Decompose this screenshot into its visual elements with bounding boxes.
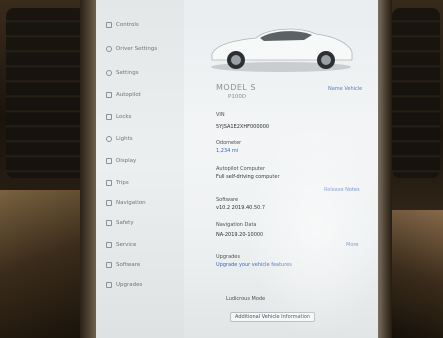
display-icon	[106, 158, 112, 164]
wrench-icon	[106, 242, 112, 248]
autopilot-computer-label: Autopilot Computer	[216, 166, 266, 172]
sidebar-item-driver-settings[interactable]: Driver Settings	[106, 46, 157, 52]
sidebar-item-label: Lights	[116, 136, 133, 142]
left-air-vent	[6, 8, 86, 178]
vehicle-image	[211, 28, 353, 72]
sidebar-item-label: Upgrades	[116, 282, 143, 288]
sidebar-item-label: Display	[116, 158, 137, 164]
more-link[interactable]: More	[346, 242, 358, 248]
odometer-label: Odometer	[216, 140, 242, 146]
vin-label: VIN	[216, 112, 225, 118]
steering-icon	[106, 46, 112, 52]
navigation-data-label: Navigation Data	[216, 222, 257, 228]
sidebar-item-autopilot[interactable]: Autopilot	[106, 92, 141, 98]
sidebar-item-lights[interactable]: Lights	[106, 136, 133, 142]
odometer-value: 1,234 mi	[216, 148, 239, 154]
additional-info-button[interactable]: Additional Vehicle Information	[230, 312, 316, 322]
software-version-value: v10.2 2019.40.50.7	[216, 205, 266, 211]
navigation-data-value: NA-2019.20-10000	[216, 232, 264, 238]
upgrades-value[interactable]: Upgrade your vehicle features	[216, 262, 292, 268]
model-title: MODEL S	[216, 83, 256, 92]
sidebar-item-trips[interactable]: Trips	[106, 180, 129, 186]
name-vehicle-link[interactable]: Name Vehicle	[328, 86, 362, 92]
settings-sidebar: Controls Driver Settings Settings Autopi…	[96, 0, 184, 338]
footer-text: Ludicrous Mode	[226, 296, 266, 302]
sidebar-item-label: Service	[116, 242, 137, 248]
screen-frame-right	[378, 0, 392, 338]
navigation-icon	[106, 200, 112, 206]
download-icon	[106, 262, 112, 268]
vin-value: 5YJSA1E2XHF000000	[216, 124, 270, 130]
upgrade-icon	[106, 282, 112, 288]
sidebar-item-display[interactable]: Display	[106, 158, 136, 164]
model-variant: P100D	[228, 94, 247, 100]
autopilot-icon	[106, 92, 112, 98]
software-label: Software	[216, 197, 239, 203]
sidebar-item-label: Locks	[116, 114, 132, 120]
light-icon	[106, 136, 112, 142]
sidebar-item-label: Driver Settings	[116, 46, 158, 52]
sidebar-item-locks[interactable]: Locks	[106, 114, 131, 120]
upgrades-label: Upgrades	[216, 254, 240, 260]
sidebar-item-label: Safety	[116, 220, 134, 226]
sidebar-item-label: Software	[116, 262, 141, 268]
autopilot-computer-value: Full self-driving computer	[216, 174, 280, 180]
sidebar-item-upgrades[interactable]: Upgrades	[106, 282, 142, 288]
sidebar-item-navigation[interactable]: Navigation	[106, 200, 146, 206]
toggle-icon	[106, 22, 112, 28]
sidebar-item-service[interactable]: Service	[106, 242, 136, 248]
right-dash-trim	[386, 210, 443, 338]
shield-icon	[106, 220, 112, 226]
sidebar-item-label: Navigation	[116, 200, 146, 206]
touchscreen: Controls Driver Settings Settings Autopi…	[96, 0, 378, 338]
sidebar-item-label: Autopilot	[116, 92, 141, 98]
sidebar-item-label: Trips	[116, 180, 129, 186]
screen-frame-left	[80, 0, 96, 338]
sidebar-item-label: Controls	[116, 22, 139, 28]
sidebar-item-safety[interactable]: Safety	[106, 220, 134, 226]
sidebar-item-controls[interactable]: Controls	[106, 22, 139, 28]
sidebar-item-label: Settings	[116, 70, 139, 76]
photo-background: Controls Driver Settings Settings Autopi…	[0, 0, 443, 338]
sidebar-item-software[interactable]: Software	[106, 262, 140, 268]
sidebar-item-settings[interactable]: Settings	[106, 70, 139, 76]
trip-icon	[106, 180, 112, 186]
lock-icon	[106, 114, 112, 120]
screen-glare	[246, 120, 378, 338]
right-air-vent	[392, 8, 440, 178]
gear-icon	[106, 70, 112, 76]
release-notes-link[interactable]: Release Notes	[324, 187, 360, 193]
